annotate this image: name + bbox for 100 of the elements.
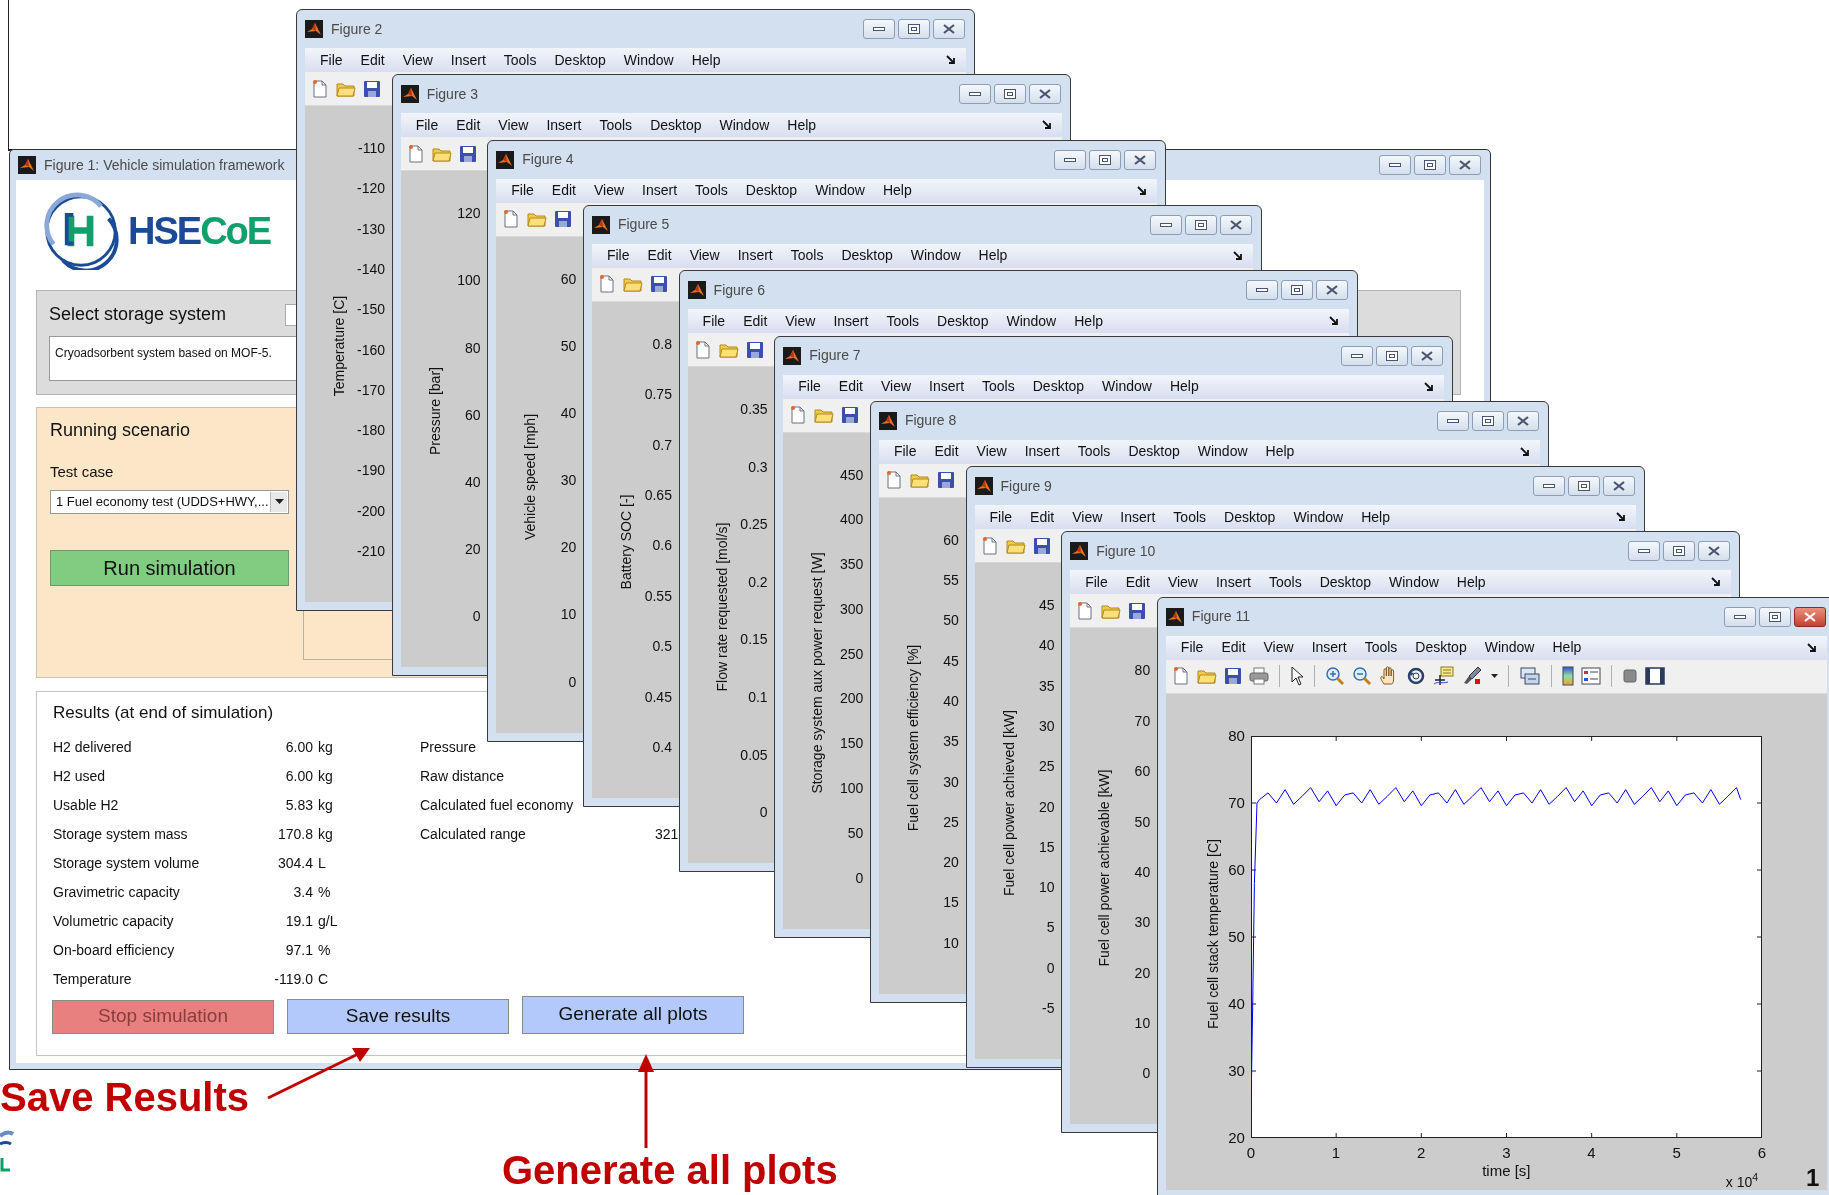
menu-item[interactable]: Edit — [447, 114, 490, 136]
menu-item[interactable]: Insert — [441, 49, 495, 71]
menu-item[interactable]: Insert — [1302, 637, 1356, 659]
save-icon[interactable] — [1032, 536, 1051, 555]
menu-item[interactable]: Desktop — [736, 180, 807, 202]
menu-item[interactable]: Edit — [734, 310, 777, 332]
minimize-button[interactable] — [1054, 149, 1087, 170]
close-button[interactable] — [933, 19, 965, 39]
menu-item[interactable]: File — [1171, 637, 1213, 659]
new-file-icon[interactable] — [406, 143, 425, 164]
save-icon[interactable] — [1223, 667, 1242, 686]
menu-item[interactable]: Window — [614, 49, 683, 71]
menu-item[interactable]: Window — [710, 114, 779, 136]
menu-item[interactable]: Tools — [1164, 506, 1216, 528]
folder-icon[interactable] — [622, 275, 643, 294]
save-icon[interactable] — [841, 406, 860, 424]
caret-icon[interactable] — [274, 499, 284, 504]
menu-item[interactable]: Edit — [638, 245, 681, 267]
new-file-icon[interactable] — [884, 470, 903, 491]
menu-item[interactable]: Window — [1475, 637, 1544, 659]
menu-item[interactable]: Help — [778, 114, 826, 136]
menu-item[interactable]: Help — [1543, 637, 1591, 659]
menu-item[interactable]: File — [693, 310, 735, 332]
rotate-icon[interactable] — [1405, 666, 1426, 687]
new-file-icon[interactable] — [502, 209, 521, 230]
minimize-button[interactable] — [1723, 606, 1756, 627]
arrow-icon[interactable] — [1806, 642, 1817, 653]
zoom-out-icon[interactable] — [1351, 666, 1372, 687]
close-button[interactable] — [1698, 541, 1731, 562]
minimize-button[interactable] — [1149, 214, 1182, 235]
colorbar-icon[interactable] — [1561, 666, 1574, 687]
menu-item[interactable]: Desktop — [641, 114, 711, 136]
brush-icon[interactable] — [1461, 666, 1484, 687]
menu-item[interactable]: Help — [1160, 376, 1208, 397]
menu-item[interactable]: Help — [969, 245, 1017, 267]
close-button[interactable] — [1028, 84, 1061, 105]
new-file-icon[interactable] — [597, 274, 616, 295]
menu-item[interactable]: Insert — [728, 245, 782, 267]
menu-item[interactable]: Desktop — [1119, 441, 1189, 463]
menu-item[interactable]: Insert — [537, 114, 591, 136]
menu-item[interactable]: View — [585, 180, 634, 202]
close-button[interactable] — [1315, 280, 1348, 301]
menu-item[interactable]: View — [1254, 637, 1303, 659]
menu-item[interactable]: Tools — [973, 376, 1024, 397]
minimize-button[interactable] — [1436, 410, 1469, 431]
save-icon[interactable] — [745, 340, 764, 359]
menu-item[interactable]: Edit — [1212, 637, 1255, 659]
menu-item[interactable]: Tools — [1260, 571, 1311, 593]
maximize-button[interactable] — [1414, 155, 1446, 175]
menu-item[interactable]: Edit — [1116, 571, 1159, 593]
menu-item[interactable]: Insert — [633, 180, 687, 202]
new-file-icon[interactable] — [1171, 666, 1190, 687]
folder-icon[interactable] — [1196, 667, 1217, 686]
menu-item[interactable]: Tools — [1068, 441, 1120, 463]
square-icon[interactable] — [1621, 668, 1638, 685]
menu-item[interactable]: Window — [806, 180, 874, 202]
arrow-icon[interactable] — [1137, 185, 1148, 196]
menu-item[interactable]: Help — [1065, 310, 1113, 332]
menu-item[interactable]: Desktop — [832, 245, 902, 267]
caret-icon[interactable] — [1490, 674, 1498, 679]
menu-item[interactable]: Help — [1447, 571, 1495, 593]
menu-item[interactable]: Insert — [1015, 441, 1069, 463]
menu-item[interactable]: View — [967, 441, 1016, 463]
linked-windows-icon[interactable] — [1518, 666, 1541, 687]
menu-item[interactable]: Help — [1256, 441, 1304, 463]
menu-item[interactable]: Desktop — [1310, 571, 1381, 593]
menu-item[interactable]: File — [1076, 571, 1117, 593]
arrow-icon[interactable] — [1041, 120, 1052, 131]
maximize-button[interactable] — [1184, 214, 1217, 235]
arrow-icon[interactable] — [1711, 577, 1722, 588]
menu-item[interactable]: View — [393, 49, 442, 71]
menu-item[interactable]: View — [776, 310, 825, 332]
menu-item[interactable]: Tools — [686, 180, 737, 202]
menu-item[interactable]: Edit — [829, 376, 872, 397]
menu-item[interactable]: File — [597, 245, 639, 267]
save-icon[interactable] — [458, 144, 477, 163]
menu-item[interactable]: Window — [997, 310, 1066, 332]
menu-item[interactable]: View — [680, 245, 729, 267]
folder-icon[interactable] — [814, 406, 835, 424]
close-button[interactable] — [1219, 214, 1252, 235]
arrow-icon[interactable] — [946, 55, 956, 65]
menu-item[interactable]: File — [502, 180, 543, 202]
menu-item[interactable]: Edit — [925, 441, 968, 463]
menu-item[interactable]: File — [311, 49, 352, 71]
arrow-icon[interactable] — [1615, 512, 1626, 523]
menu-item[interactable]: Desktop — [928, 310, 998, 332]
new-file-icon[interactable] — [789, 405, 808, 425]
menu-item[interactable]: Desktop — [545, 49, 615, 71]
menu-item[interactable]: Window — [1188, 441, 1257, 463]
maximize-button[interactable] — [1758, 606, 1791, 627]
close-button[interactable] — [1506, 410, 1539, 431]
window-layout-icon[interactable] — [1644, 667, 1665, 686]
arrow-icon[interactable] — [1424, 381, 1435, 392]
menu-item[interactable]: File — [980, 506, 1022, 528]
menu-item[interactable]: Tools — [877, 310, 929, 332]
maximize-button[interactable] — [1471, 410, 1504, 431]
menu-item[interactable]: Insert — [1111, 506, 1165, 528]
menu-item[interactable]: File — [789, 376, 830, 397]
menu-item[interactable]: Desktop — [1406, 637, 1476, 659]
action-button[interactable]: Generate all plots — [522, 995, 744, 1034]
